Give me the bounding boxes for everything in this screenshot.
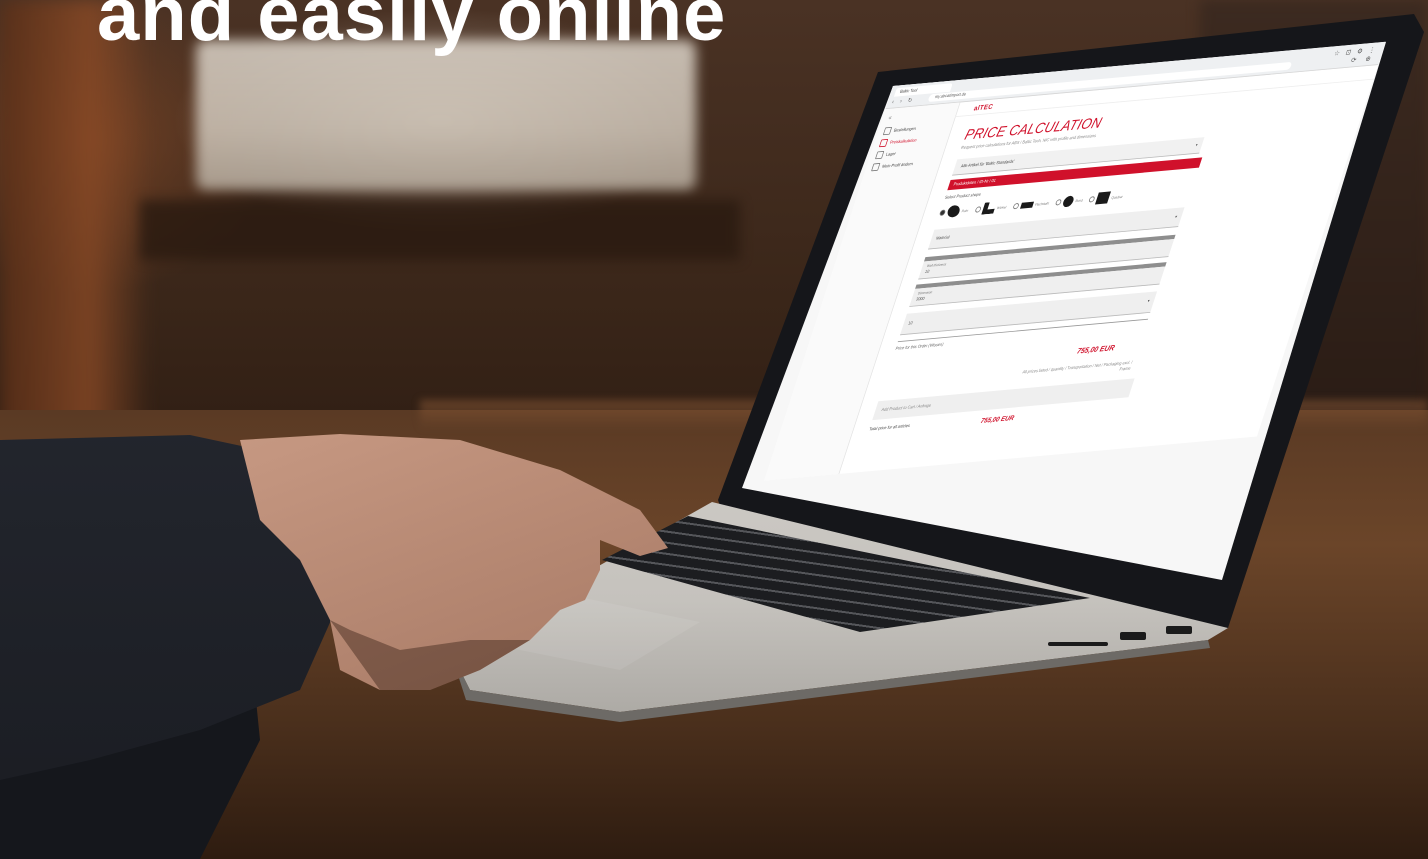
square-bar-shape-icon [1095, 191, 1112, 205]
radio-icon[interactable] [1088, 195, 1096, 203]
sidebar-item-label: Mein Profil ändern [881, 161, 914, 170]
product-option-round[interactable]: Rund [1054, 194, 1085, 208]
nav-arrows-icon[interactable]: ‹ › ↻ [891, 96, 916, 105]
calculator-icon [878, 138, 889, 148]
material-select-value: Material [935, 234, 951, 242]
sidebar-item-label: Bestellungen [893, 125, 917, 134]
user-icon [871, 162, 881, 172]
product-option-label: Quadrat [1110, 194, 1124, 200]
chevron-down-icon: ▾ [1174, 214, 1178, 220]
product-option-tube[interactable]: Rohr [938, 204, 970, 219]
browser-extension-icon[interactable]: ⟳ ⊕ [1350, 54, 1376, 64]
product-option-label: Rund [1074, 197, 1084, 203]
dimension-label: Dimension [917, 289, 934, 296]
product-shape-label: Select Product shape [943, 192, 982, 201]
order-price-note: Price for this Order (Wissen) [894, 342, 945, 352]
sidebar-item-profile[interactable]: Mein Profil ändern [871, 160, 914, 172]
article-select-value: Alle Artikel für 'Baltic Standards' [960, 159, 1016, 170]
wall-thickness-value: 10 [924, 269, 931, 275]
product-option-flat[interactable]: Flachstahl [1012, 200, 1050, 209]
usb-port [1120, 632, 1146, 640]
product-option-square[interactable]: Quadrat [1088, 190, 1125, 205]
add-to-cart-button[interactable]: Add Product to Cart / Anfrage [872, 378, 1135, 421]
radio-icon[interactable] [1054, 198, 1063, 206]
price-value: 755,00 EUR [1075, 343, 1116, 356]
usb-port [1166, 626, 1192, 634]
total-price-value: 755,00 EUR [979, 414, 1016, 425]
photo-scene: Baltic Tool ‹ › ↻ my.abcatimport.de ☆ ⊡ … [0, 0, 1428, 859]
cart-icon [882, 126, 893, 136]
sidebar-item-price-calculation[interactable]: Preiskalkulation [878, 136, 918, 148]
product-option-angle[interactable]: Winkel [973, 201, 1008, 216]
collapse-icon[interactable]: « [887, 113, 893, 121]
total-price-label: Total price for all articles [868, 423, 911, 433]
headline: and easily online [97, 0, 727, 57]
flat-bar-shape-icon [1019, 201, 1034, 209]
radio-icon[interactable] [974, 205, 982, 213]
tube-shape-icon [945, 204, 962, 218]
box-icon [874, 150, 885, 160]
radio-icon[interactable] [1012, 202, 1020, 209]
chevron-down-icon: ▾ [1146, 298, 1151, 304]
wall-thickness-label: Wall thickness [926, 261, 948, 268]
radio-selected-icon[interactable] [939, 209, 947, 216]
chevron-down-icon: ▾ [1194, 142, 1199, 149]
product-option-label: Rohr [961, 207, 970, 213]
product-option-label: Flachstahl [1034, 200, 1050, 207]
quantity-value: 10 [907, 320, 914, 327]
angle-shape-icon [981, 202, 997, 215]
brand-logo[interactable]: alTEC [973, 103, 995, 112]
sidebar-item-label: Lager [885, 151, 897, 158]
product-option-label: Winkel [996, 204, 1008, 210]
sidebar-item-stock[interactable]: Lager [874, 150, 897, 160]
dimension-value: 3000 [915, 296, 926, 303]
sidebar-item-orders[interactable]: Bestellungen [882, 125, 917, 136]
round-bar-shape-icon [1061, 195, 1076, 208]
vent-slot [1048, 642, 1108, 646]
sidebar-item-label: Preiskalkulation [889, 137, 918, 146]
